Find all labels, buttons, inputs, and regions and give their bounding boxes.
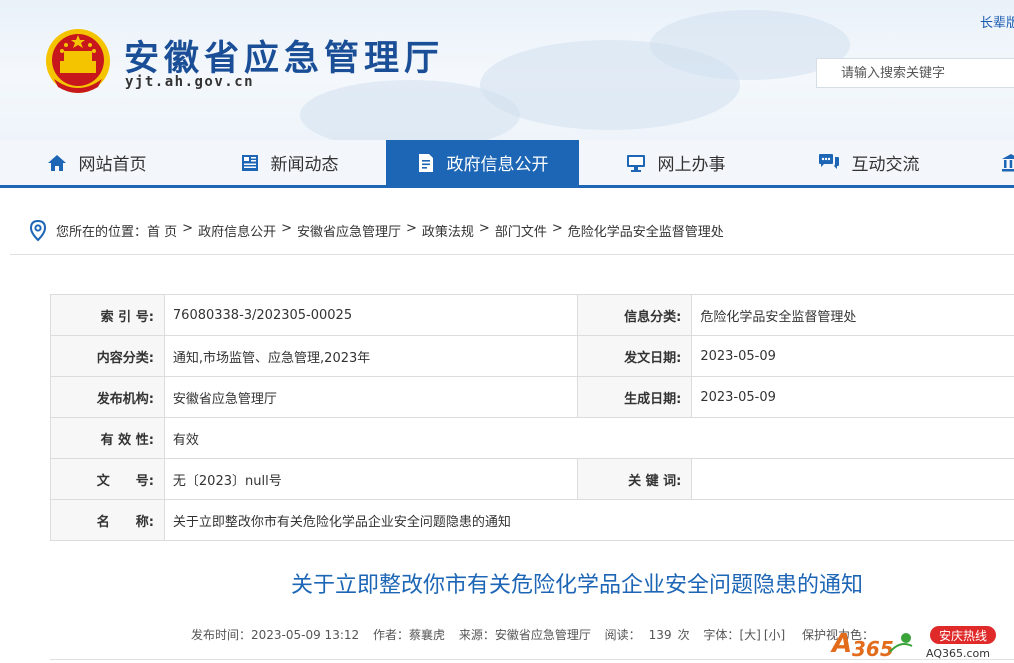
nav-label: 政府信息公开	[446, 155, 549, 175]
newspaper-icon	[241, 154, 258, 171]
document-info-table: 索 引 号: 76080338-3/202305-00025 信息分类: 危险化…	[50, 294, 1014, 541]
nav-item-home[interactable]: 网站首页	[0, 140, 193, 185]
index-label: 索 引 号:	[50, 294, 165, 336]
breadcrumb-prefix: 您所在的位置：	[56, 225, 148, 240]
breadcrumb-department[interactable]: 安徽省应急管理厅	[297, 221, 401, 240]
font-size-group: 字体：[大] [小]	[703, 628, 788, 642]
svg-text:A: A	[830, 629, 852, 659]
keywords-value	[691, 458, 1014, 500]
nav-item-interaction[interactable]: 互动交流	[772, 140, 965, 185]
index-value: 76080338-3/202305-00025	[163, 294, 579, 336]
monitor-icon	[626, 154, 645, 172]
svg-text:AQ365.com: AQ365.com	[926, 647, 990, 660]
table-row: 文 号: 无〔2023〕null号 关 键 词:	[50, 458, 1014, 500]
breadcrumb-separator: >	[406, 221, 417, 236]
nav-label: 网上办事	[657, 155, 726, 175]
breadcrumb-separator: >	[182, 221, 194, 236]
table-row: 索 引 号: 76080338-3/202305-00025 信息分类: 危险化…	[50, 294, 1014, 336]
breadcrumb: 您所在的位置： 首 页 > 政府信息公开 > 安徽省应急管理厅 > 政策法规 >…	[10, 208, 1014, 255]
breadcrumb-separator: >	[281, 221, 292, 236]
nav-item-more[interactable]	[965, 140, 1014, 185]
svg-text:365: 365	[852, 637, 894, 661]
article-title: 关于立即整改你市有关危险化学品企业安全问题隐患的通知	[290, 573, 863, 598]
bank-icon	[1002, 153, 1014, 171]
table-row: 发布机构: 安徽省应急管理厅 生成日期: 2023-05-09	[50, 376, 1014, 418]
breadcrumb-gov-info[interactable]: 政府信息公开	[198, 221, 276, 240]
category-label: 信息分类:	[577, 294, 693, 336]
nav-item-gov-info[interactable]: 政府信息公开	[386, 140, 579, 185]
elder-version-link[interactable]: 长辈版	[980, 12, 1014, 31]
article-author: 作者：蔡襄虎	[372, 628, 445, 642]
location-pin-icon	[29, 220, 47, 242]
breadcrumb-separator: >	[551, 221, 563, 236]
publisher-value: 安徽省应急管理厅	[163, 376, 579, 418]
search-input[interactable]	[817, 59, 1014, 87]
keywords-label: 关 键 词:	[577, 458, 693, 500]
doc-number-value: 无〔2023〕null号	[163, 458, 579, 500]
site-domain: yjt.ah.gov.cn	[125, 74, 255, 90]
validity-value: 有效	[163, 417, 1014, 459]
home-icon	[47, 154, 66, 171]
nav-label: 新闻动态	[270, 155, 339, 175]
nav-item-online-service[interactable]: 网上办事	[579, 140, 772, 185]
article-source: 来源：安徽省应急管理厅	[458, 628, 591, 642]
article-meta: 发布时间：2023-05-09 13:12 作者：蔡襄虎 来源：安徽省应急管理厅…	[191, 626, 884, 643]
document-icon	[418, 153, 433, 172]
content-label: 内容分类:	[50, 335, 165, 377]
site-header: 安徽省应急管理厅 yjt.ah.gov.cn 长辈版	[0, 0, 1014, 140]
breadcrumb-dept-docs[interactable]: 部门文件	[495, 221, 547, 240]
breadcrumb-current[interactable]: 危险化学品安全监督管理处	[568, 221, 724, 240]
publisher-label: 发布机构:	[50, 376, 165, 418]
breadcrumb-separator: >	[478, 221, 490, 236]
national-emblem-logo[interactable]	[44, 27, 112, 97]
content-value: 通知,市场监管、应急管理,2023年	[163, 335, 579, 377]
category-value: 危险化学品安全监督管理处	[691, 294, 1014, 336]
created-date-value: 2023-05-09	[691, 376, 1014, 418]
view-count-group: 阅读： 139 次	[605, 628, 690, 642]
search-box	[816, 58, 1014, 88]
views-count: 139	[648, 628, 672, 642]
name-value: 关于立即整改你市有关危险化学品企业安全问题隐患的通知	[163, 499, 1014, 541]
doc-number-label: 文 号:	[50, 458, 165, 500]
views-label: 阅读：	[604, 628, 641, 642]
chat-icon	[818, 153, 839, 169]
font-label: 字体：	[703, 628, 740, 642]
breadcrumb-home[interactable]: 首 页	[147, 221, 177, 240]
created-date-label: 生成日期:	[577, 376, 693, 418]
name-label: 名 称:	[50, 499, 165, 541]
table-row: 内容分类: 通知,市场监管、应急管理,2023年 发文日期: 2023-05-0…	[50, 335, 1014, 377]
aq365-watermark-logo: A 365 安庆热线 AQ365.com	[830, 626, 996, 661]
font-large-button[interactable]: [大]	[739, 628, 760, 642]
svg-text:安庆热线: 安庆热线	[939, 628, 987, 643]
nav-item-news[interactable]: 新闻动态	[193, 140, 386, 185]
font-small-button[interactable]: [小]	[764, 628, 785, 642]
issue-date-value: 2023-05-09	[691, 335, 1014, 377]
table-row: 名 称: 关于立即整改你市有关危险化学品企业安全问题隐患的通知	[50, 499, 1014, 541]
breadcrumb-policy[interactable]: 政策法规	[422, 221, 474, 240]
nav-label: 网站首页	[78, 155, 147, 175]
issue-date-label: 发文日期:	[577, 335, 693, 377]
table-row: 有 效 性: 有效	[50, 417, 1014, 459]
nav-label: 互动交流	[851, 155, 920, 175]
publish-time: 发布时间：2023-05-09 13:12	[191, 628, 360, 642]
views-unit: 次	[677, 628, 690, 642]
validity-label: 有 效 性:	[50, 417, 165, 459]
main-nav: 网站首页 新闻动态 政府信息公开 网上办事 互动交流	[0, 140, 1014, 188]
